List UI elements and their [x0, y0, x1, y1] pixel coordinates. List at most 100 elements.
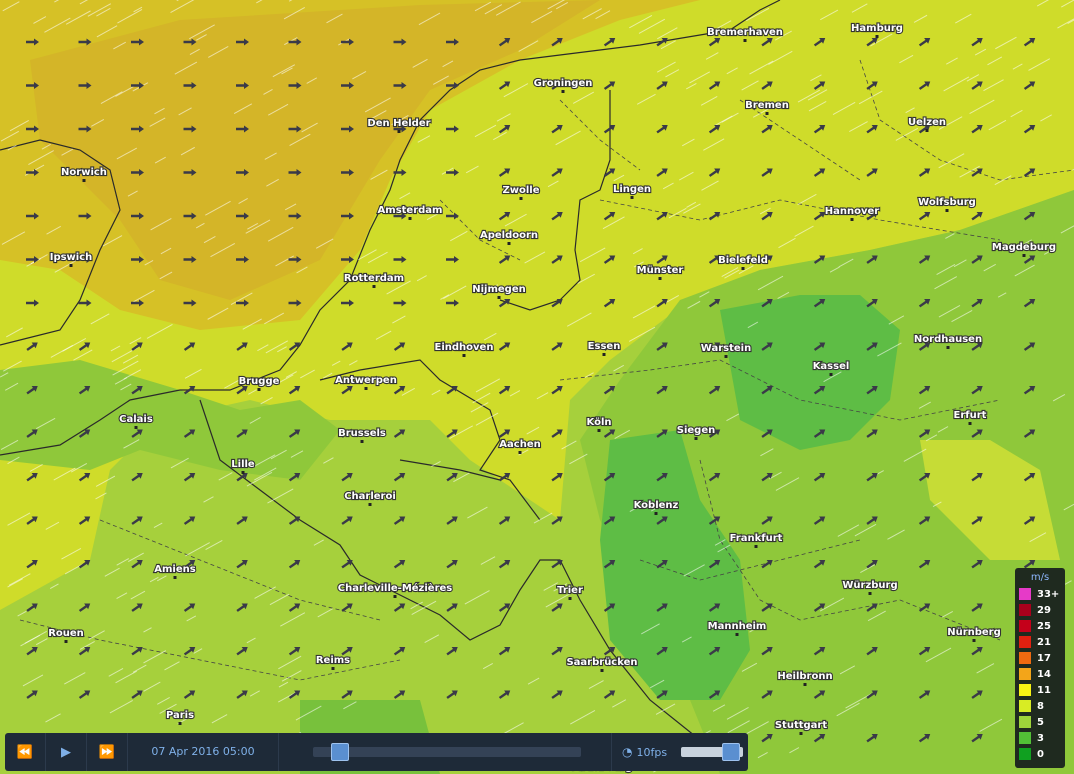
city-marker [925, 129, 929, 132]
city-label: Würzburg [842, 580, 897, 591]
timeline-handle[interactable] [330, 743, 349, 761]
city-label: Rouen [48, 628, 84, 639]
city-label: Nijmegen [472, 284, 526, 295]
city-label: Brussels [338, 428, 386, 439]
city-label: Bremerhaven [707, 27, 783, 38]
legend-item: 21 [1019, 634, 1061, 650]
city-marker [462, 354, 466, 357]
city-label: Kassel [813, 361, 850, 372]
city-marker [518, 451, 522, 454]
fast-forward-button[interactable]: ⏩ [87, 733, 128, 771]
city-marker [561, 90, 565, 93]
city-label: Stuttgart [775, 720, 828, 731]
city-label: Eindhoven [435, 342, 494, 353]
legend-item: 17 [1019, 650, 1061, 666]
city-marker [945, 209, 949, 212]
city-marker [829, 373, 833, 376]
city-label: Essen [588, 341, 621, 352]
wind-speed-legend: m/s 33+ 29 25 21 17 14 11 8 5 3 0 [1015, 568, 1065, 768]
legend-swatch [1019, 700, 1031, 712]
legend-label: 8 [1037, 700, 1044, 712]
city-marker [799, 732, 803, 735]
city-marker [602, 353, 606, 356]
speed-handle[interactable] [722, 743, 741, 761]
city-marker [507, 242, 511, 245]
rewind-button[interactable]: ⏪ [5, 733, 46, 771]
legend-item: 3 [1019, 730, 1061, 746]
city-label: Amsterdam [378, 205, 443, 216]
city-marker [178, 722, 182, 725]
city-marker [850, 218, 854, 221]
fast-forward-icon: ⏩ [98, 744, 116, 760]
city-marker [868, 592, 872, 595]
fps-label: 10fps [636, 745, 668, 759]
legend-item: 8 [1019, 698, 1061, 714]
city-marker [64, 640, 68, 643]
legend-item: 29 [1019, 602, 1061, 618]
play-icon: ▶ [61, 744, 71, 760]
city-label: Erfurt [954, 410, 987, 421]
city-label: Reims [316, 655, 350, 666]
legend-swatch [1019, 668, 1031, 680]
city-marker [946, 346, 950, 349]
city-marker [654, 512, 658, 515]
city-marker [803, 683, 807, 686]
city-marker [741, 267, 745, 270]
legend-item: 5 [1019, 714, 1061, 730]
city-marker [743, 39, 747, 42]
city-label: Mannheim [708, 621, 767, 632]
city-marker [331, 667, 335, 670]
city-label: Brugge [239, 376, 280, 387]
city-label: Trier [557, 585, 583, 596]
legend-label: 21 [1037, 636, 1051, 648]
playback-controls: ⏪ ▶ ⏩ 07 Apr 2016 05:00 ◔ 10fps [5, 733, 748, 771]
city-label: Lingen [613, 184, 651, 195]
wind-map[interactable]: Bremerhaven Hamburg Groningen Bremen Den Hel… [0, 0, 1074, 774]
city-label: Lille [231, 459, 255, 470]
city-label: Antwerpen [335, 375, 397, 386]
legend-swatch [1019, 652, 1031, 664]
city-label: Ipswich [50, 252, 93, 263]
legend-label: 17 [1037, 652, 1051, 664]
city-label: Charleville-Mézières [338, 582, 453, 594]
legend-label: 33+ [1037, 588, 1060, 600]
city-label: Apeldoorn [480, 230, 538, 241]
legend-swatch [1019, 732, 1031, 744]
city-label: Charleroi [344, 491, 396, 502]
city-marker [393, 595, 397, 598]
timeline-slider[interactable] [313, 743, 581, 761]
city-marker [754, 545, 758, 548]
city-label: Magdeburg [992, 242, 1056, 253]
legend-swatch [1019, 748, 1031, 760]
city-label: Siegen [677, 425, 715, 436]
speed-slider[interactable] [681, 743, 744, 761]
legend-label: 0 [1037, 748, 1044, 760]
city-label: Groningen [534, 78, 593, 89]
city-marker [397, 130, 401, 133]
city-label: Wolfsburg [918, 197, 976, 208]
legend-label: 5 [1037, 716, 1044, 728]
legend-swatch [1019, 684, 1031, 696]
legend-item: 11 [1019, 682, 1061, 698]
play-button[interactable]: ▶ [46, 733, 87, 771]
city-marker [257, 388, 261, 391]
city-label: Nordhausen [914, 334, 982, 345]
city-marker [360, 440, 364, 443]
city-label: Amiens [154, 564, 195, 575]
legend-swatch [1019, 604, 1031, 616]
city-label: Köln [587, 417, 612, 428]
city-label: Münster [637, 265, 684, 276]
legend-item: 33+ [1019, 586, 1061, 602]
city-marker [735, 633, 739, 636]
city-label: Uelzen [908, 117, 946, 128]
city-marker [82, 179, 86, 182]
city-marker [968, 422, 972, 425]
city-label: Koblenz [634, 500, 679, 511]
city-label: Calais [119, 414, 153, 425]
city-marker [497, 296, 501, 299]
city-marker [568, 597, 572, 600]
legend-swatch [1019, 636, 1031, 648]
city-marker [972, 639, 976, 642]
legend-label: 11 [1037, 684, 1051, 696]
city-marker [1022, 254, 1026, 257]
